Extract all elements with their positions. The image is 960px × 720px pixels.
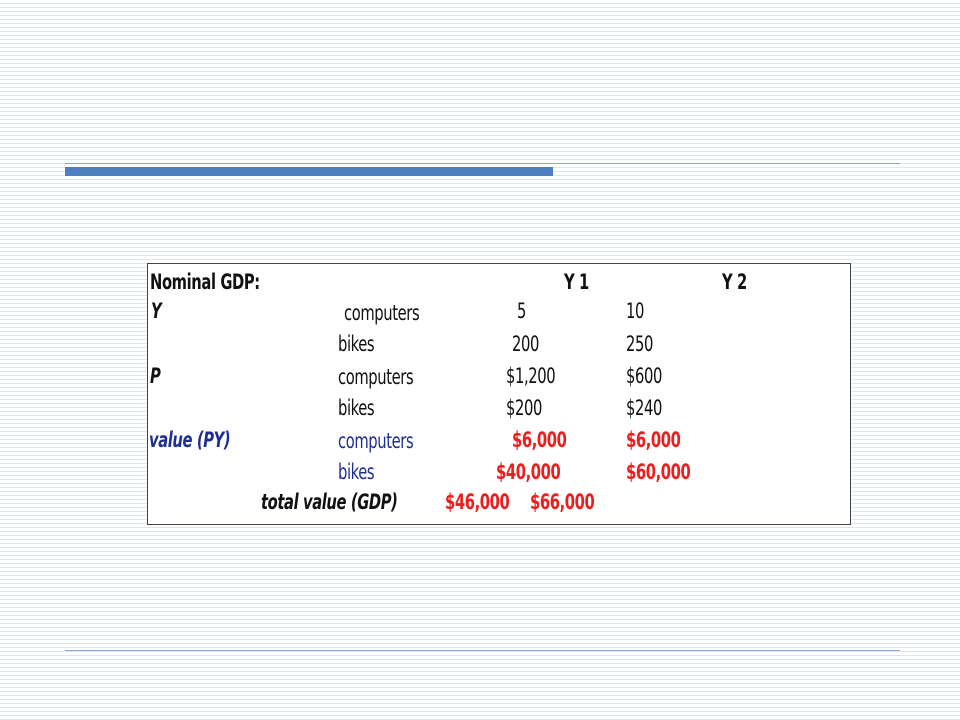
accent-bar [65,167,553,176]
row-value-y1: $1,200 [506,364,556,388]
row-item-label: bikes [338,460,375,484]
row-item-label: computers [344,301,420,325]
row-value-y1: $40,000 [496,460,561,484]
row-value-y2: 10 [626,299,644,323]
header-year-2: Y 2 [722,270,747,294]
row-value-y2: $600 [626,364,662,388]
row-group-quantity: Y [151,299,162,323]
bottom-divider-line [65,650,900,651]
total-y1: $46,000 [445,490,510,514]
row-value-y1: 200 [512,332,539,356]
row-item-label: bikes [338,332,375,356]
table-title: Nominal GDP: [150,270,260,294]
row-item-label: computers [338,429,414,453]
row-group-price: P [150,364,161,388]
total-y2: $66,000 [530,490,595,514]
slide: { "table": { "title": "Nominal GDP:", "c… [0,0,960,720]
row-item-label: computers [338,365,414,389]
top-divider-line [65,163,900,164]
row-value-y1: $6,000 [512,428,567,452]
header-year-1: Y 1 [564,270,589,294]
row-value-y2: $240 [626,396,662,420]
gdp-table: Nominal GDP: Y 1 Y 2 Y computers 5 10 bi… [147,263,851,525]
row-value-y2: 250 [626,332,653,356]
row-value-y2: $60,000 [626,460,691,484]
row-value-y1: 5 [517,299,526,323]
row-value-y1: $200 [506,396,542,420]
row-item-label: bikes [338,396,375,420]
row-value-y2: $6,000 [626,428,681,452]
total-label: total value (GDP) [261,490,398,514]
row-group-value: value (PY) [149,428,231,452]
